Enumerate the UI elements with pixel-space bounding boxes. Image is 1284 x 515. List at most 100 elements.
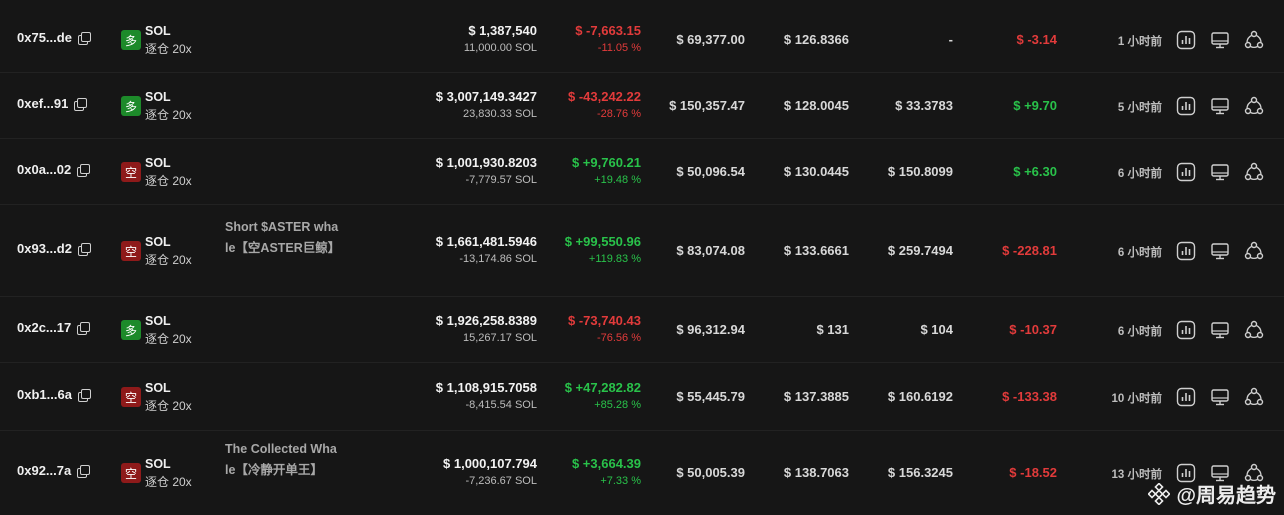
monitor-icon[interactable] <box>1210 30 1230 50</box>
table-row[interactable]: 0xef...91 多 SOL 逐仓 20x $ 3,007,149.3427 … <box>0 72 1284 139</box>
margin-value: $ 55,445.79 <box>676 389 745 404</box>
margin-value: $ 50,005.39 <box>676 465 745 480</box>
address-cell[interactable]: 0x2c...17 <box>17 320 91 335</box>
table-row[interactable]: 0x93...d2 空 SOL 逐仓 20x Short $ASTER whal… <box>0 204 1284 297</box>
position-value: $ 1,661,481.5946 <box>435 234 537 249</box>
address-cell[interactable]: 0x75...de <box>17 30 91 45</box>
pnl-percent: -76.56 % <box>596 332 641 344</box>
table-row[interactable]: 0x0a...02 空 SOL 逐仓 20x $ 1,001,930.8203 … <box>0 138 1284 205</box>
side-badge: 多 <box>121 30 141 50</box>
share-icon[interactable] <box>1244 30 1264 50</box>
pnl-percent: +19.48 % <box>594 174 641 186</box>
address-cell[interactable]: 0x92...7a <box>17 463 91 478</box>
position-value-cell: $ 1,387,540 11,000.00 SOL <box>464 22 537 56</box>
share-icon[interactable] <box>1244 96 1264 116</box>
position-size: -7,236.67 SOL <box>465 475 537 487</box>
copy-icon[interactable] <box>77 321 91 335</box>
funding-fee: $ -10.37 <box>1009 322 1057 337</box>
address-cell[interactable]: 0xef...91 <box>17 96 88 111</box>
address-cell[interactable]: 0x93...d2 <box>17 241 91 256</box>
wallet-address[interactable]: 0x93...d2 <box>17 241 72 256</box>
margin-value: $ 83,074.08 <box>676 243 745 258</box>
chart-icon[interactable] <box>1176 241 1196 261</box>
copy-icon[interactable] <box>77 388 91 402</box>
pnl-value: $ -7,663.15 <box>575 23 641 38</box>
share-icon[interactable] <box>1244 387 1264 407</box>
side-badge: 多 <box>121 320 141 340</box>
position-value: $ 1,000,107.794 <box>443 456 537 471</box>
symbol-cell: SOL 逐仓 20x <box>145 233 192 269</box>
position-value-cell: $ 1,661,481.5946 -13,174.86 SOL <box>436 233 537 267</box>
table-row[interactable]: 0x2c...17 多 SOL 逐仓 20x $ 1,926,258.8389 … <box>0 296 1284 363</box>
symbol: SOL <box>145 457 171 471</box>
position-size: 15,267.17 SOL <box>462 332 537 344</box>
chart-icon[interactable] <box>1176 162 1196 182</box>
margin-value: $ 96,312.94 <box>676 322 745 337</box>
symbol: SOL <box>145 156 171 170</box>
table-row[interactable]: 0x92...7a 空 SOL 逐仓 20x The Collected Wha… <box>0 430 1284 515</box>
address-cell[interactable]: 0xb1...6a <box>17 387 91 402</box>
symbol-cell: SOL 逐仓 20x <box>145 312 192 348</box>
liquidation-price: $ 160.6192 <box>887 389 953 404</box>
wallet-address[interactable]: 0x92...7a <box>17 463 71 478</box>
position-size: -13,174.86 SOL <box>459 253 537 265</box>
symbol-cell: SOL 逐仓 20x <box>145 379 192 415</box>
share-icon[interactable] <box>1244 320 1264 340</box>
liquidation-price: $ 104 <box>920 322 953 337</box>
wallet-address[interactable]: 0x0a...02 <box>17 162 71 177</box>
copy-icon[interactable] <box>77 464 91 478</box>
position-size: -7,779.57 SOL <box>465 174 537 186</box>
side-badge: 空 <box>121 463 141 483</box>
position-value: $ 1,387,540 <box>468 23 537 38</box>
funding-fee: $ -18.52 <box>1009 465 1057 480</box>
table-row[interactable]: 0x75...de 多 SOL 逐仓 20x $ 1,387,540 11,00… <box>0 8 1284 72</box>
chart-icon[interactable] <box>1176 320 1196 340</box>
open-time: 6 小时前 <box>1117 168 1162 180</box>
position-value-cell: $ 1,001,930.8203 -7,779.57 SOL <box>436 154 537 188</box>
open-time: 1 小时前 <box>1117 36 1162 48</box>
liquidation-price: $ 150.8099 <box>887 164 953 179</box>
pnl-percent: -28.76 % <box>596 108 641 120</box>
monitor-icon[interactable] <box>1210 241 1230 261</box>
address-cell[interactable]: 0x0a...02 <box>17 162 91 177</box>
table-row[interactable]: 0xb1...6a 空 SOL 逐仓 20x $ 1,108,915.7058 … <box>0 362 1284 431</box>
monitor-icon[interactable] <box>1210 320 1230 340</box>
side-badge: 空 <box>121 162 141 182</box>
share-icon[interactable] <box>1244 241 1264 261</box>
copy-icon[interactable] <box>74 97 88 111</box>
position-value-cell: $ 1,926,258.8389 15,267.17 SOL <box>436 312 537 346</box>
chart-icon[interactable] <box>1176 387 1196 407</box>
position-value-cell: $ 1,108,915.7058 -8,415.54 SOL <box>436 379 537 413</box>
monitor-icon[interactable] <box>1210 162 1230 182</box>
position-value: $ 3,007,149.3427 <box>435 89 537 104</box>
funding-fee: $ +6.30 <box>1013 164 1057 179</box>
chart-icon[interactable] <box>1176 96 1196 116</box>
copy-icon[interactable] <box>77 31 91 45</box>
share-icon[interactable] <box>1244 162 1264 182</box>
margin-mode: 逐仓 20x <box>145 253 192 267</box>
copy-icon[interactable] <box>77 163 91 177</box>
monitor-icon[interactable] <box>1210 387 1230 407</box>
entry-price: $ 128.0045 <box>783 98 849 113</box>
position-value-cell: $ 3,007,149.3427 23,830.33 SOL <box>436 88 537 122</box>
wallet-address[interactable]: 0x2c...17 <box>17 320 71 335</box>
wallet-address[interactable]: 0x75...de <box>17 30 72 45</box>
entry-price: $ 126.8366 <box>783 32 849 47</box>
margin-value: $ 150,357.47 <box>669 98 745 113</box>
liquidation-price: $ 156.3245 <box>887 465 953 480</box>
watermark-text: @周易趋势 <box>1176 485 1276 507</box>
chart-icon[interactable] <box>1176 30 1196 50</box>
pnl-percent: -11.05 % <box>597 42 641 54</box>
copy-icon[interactable] <box>77 242 91 256</box>
wallet-address[interactable]: 0xb1...6a <box>17 387 72 402</box>
monitor-icon[interactable] <box>1210 96 1230 116</box>
pnl-cell: $ +9,760.21 +19.48 % <box>572 154 641 188</box>
wallet-address[interactable]: 0xef...91 <box>17 96 68 111</box>
position-size: -8,415.54 SOL <box>465 399 537 411</box>
pnl-value: $ +3,664.39 <box>571 456 641 471</box>
pnl-percent: +119.83 % <box>588 253 641 265</box>
open-time: 10 小时前 <box>1111 393 1163 405</box>
pnl-cell: $ +3,664.39 +7.33 % <box>572 455 641 489</box>
side-badge: 空 <box>121 387 141 407</box>
open-time: 5 小时前 <box>1117 102 1162 114</box>
